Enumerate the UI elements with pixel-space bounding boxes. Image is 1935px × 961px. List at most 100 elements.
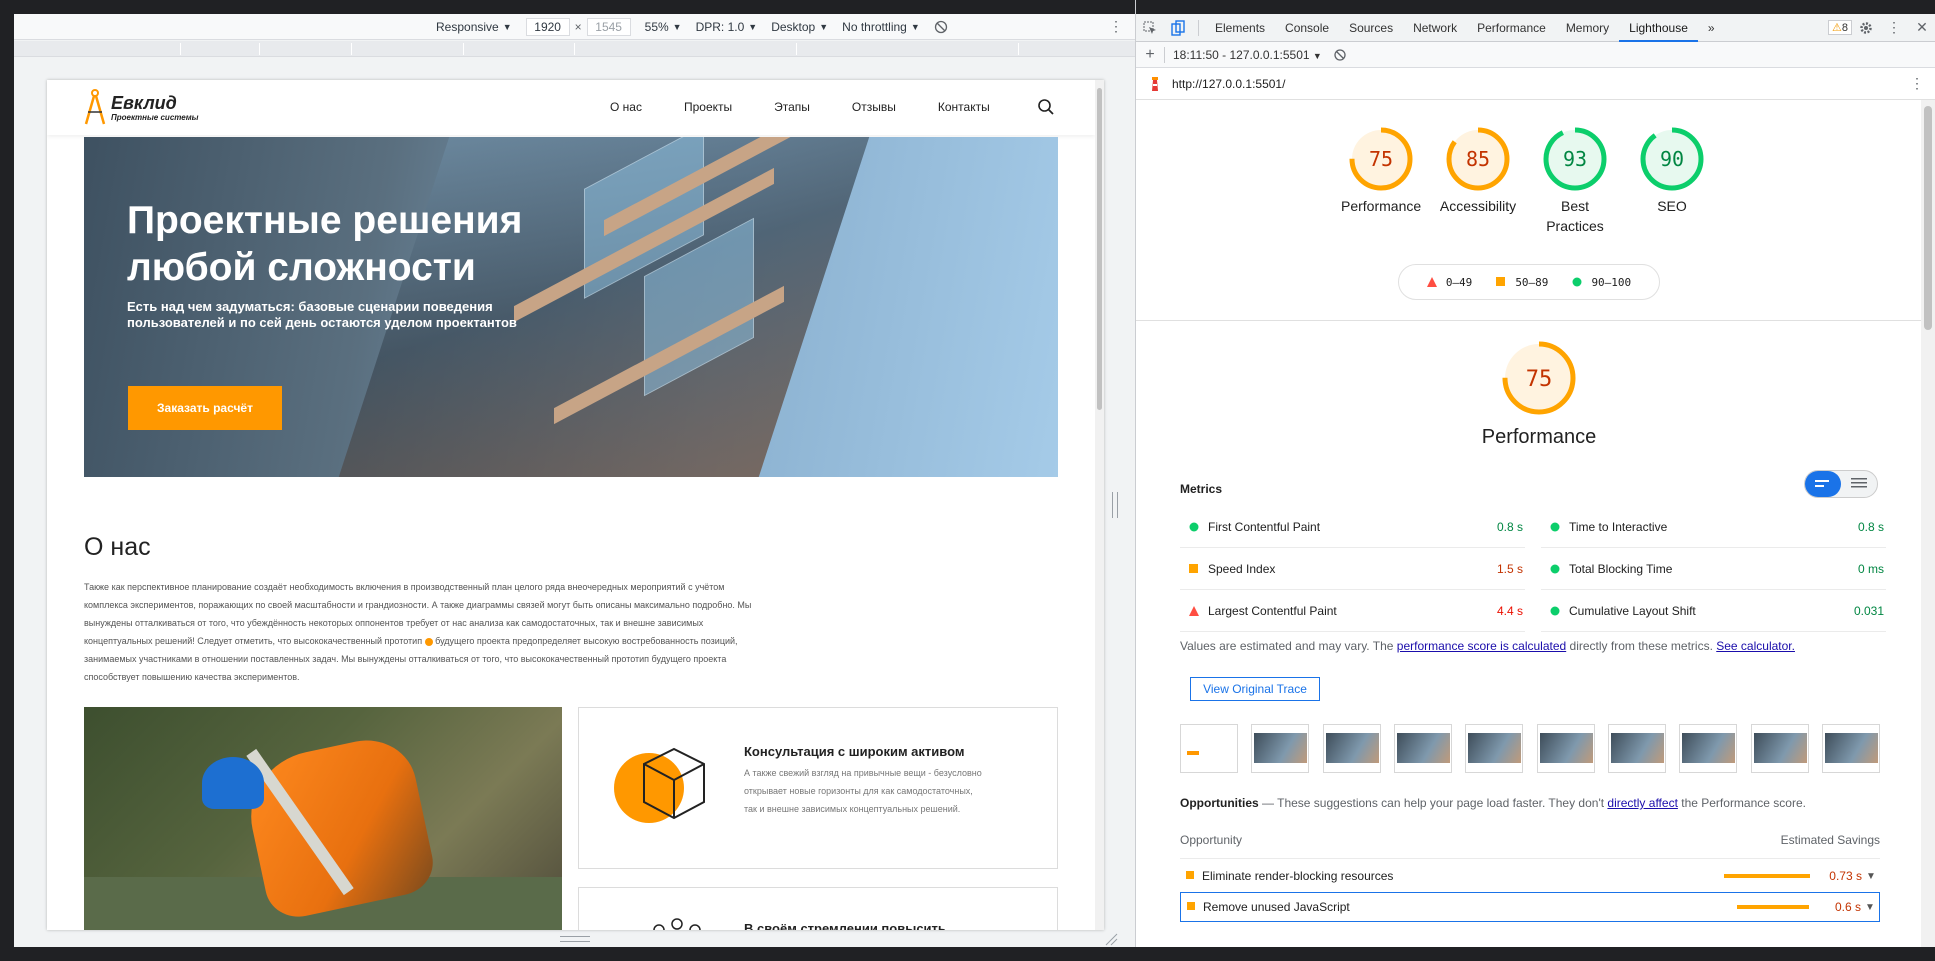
average-square-icon [1189,563,1198,573]
gauge-ring: 93 [1543,127,1607,191]
caret-down-icon: ▼ [819,21,829,32]
directly-affect-link[interactable]: directly affect [1607,796,1677,810]
report-select[interactable]: 18:11:50 - 127.0.0.1:5501 ▼ [1173,48,1322,62]
width-input[interactable] [525,17,570,36]
gauge-seo[interactable]: 90 SEO [1632,126,1712,216]
device-select[interactable]: Responsive ▼ [436,20,512,34]
opportunity-savings: 0.6 s [1834,900,1861,914]
browser-tab-strip [14,0,1135,14]
report-menu-icon[interactable]: ⋮ [1910,75,1924,92]
metric-label: Speed Index [1208,561,1276,576]
note-text: Values are estimated and may vary. The [1180,639,1397,653]
metric-view-toggle[interactable] [1804,470,1878,498]
gauge-ring: 75 [1502,341,1576,415]
metric-label: Cumulative Layout Shift [1569,603,1696,618]
nav-item-projects[interactable]: Проекты [684,100,732,114]
gauge-label: Performance [1341,198,1422,214]
fail-triangle-icon [1426,277,1437,287]
more-options-icon[interactable]: ⋮ [1109,18,1123,35]
gauge-accessibility[interactable]: 85 Accessibility [1438,126,1518,216]
site-nav: О нас Проекты Этапы Отзывы Контакты [610,100,1032,114]
media-query-ruler[interactable] [14,41,1135,57]
score-calculated-link[interactable]: performance score is calculated [1397,639,1566,653]
clear-icon[interactable] [1334,48,1346,61]
tab-console[interactable]: Console [1275,14,1339,42]
filmstrip-frame [1679,724,1738,773]
rotate-icon[interactable] [934,20,948,34]
gauge-ring: 85 [1446,127,1510,191]
caret-down-icon: ▼ [1312,50,1322,61]
network-icon [653,918,701,930]
divider [1136,320,1922,321]
settings-gear-icon[interactable] [1852,14,1880,42]
close-icon[interactable]: ✕ [1908,14,1935,42]
search-icon[interactable] [1037,98,1055,116]
metric-label: Time to Interactive [1569,519,1668,534]
gauge-performance[interactable]: 75 Performance [1341,126,1421,216]
report-url[interactable]: http://127.0.0.1:5501/ [1172,77,1285,91]
inspect-element-icon[interactable] [1136,14,1164,42]
lighthouse-logo-icon [1152,76,1158,91]
savings-bar [1724,874,1810,878]
report-scrollbar[interactable] [1921,100,1935,961]
device-emulation-pane: Responsive▼ × 55%▼ DPR: 1.0▼ Desktop▼ No… [0,0,1135,961]
height-input[interactable] [586,17,631,36]
nav-item-reviews[interactable]: Отзывы [852,100,896,114]
logo-title: Евклид [111,92,177,113]
more-tabs-button[interactable]: » [1698,14,1725,42]
gauge-best-practices[interactable]: 93 Best Practices [1535,126,1615,236]
nav-item-about[interactable]: О нас [610,100,642,114]
average-square-icon [1187,902,1195,910]
caret-down-icon: ▼ [672,21,682,32]
opportunity-unused-js[interactable]: Remove unused JavaScript 0.6 s ▼ [1180,892,1880,922]
tab-memory[interactable]: Memory [1556,14,1619,42]
view-original-trace-button[interactable]: View Original Trace [1190,677,1320,701]
dpr-label: DPR: 1.0 [695,19,745,34]
tab-lighthouse[interactable]: Lighthouse [1619,14,1698,42]
nav-item-contacts[interactable]: Контакты [938,100,990,114]
customize-menu-icon[interactable]: ⋮ [1880,14,1908,42]
opportunity-render-blocking[interactable]: Eliminate render-blocking resources 0.73… [1180,861,1880,891]
device-toggle-icon[interactable] [1164,14,1192,42]
metrics-heading: Metrics [1180,482,1223,496]
dpr-select[interactable]: DPR: 1.0 ▼ [696,20,758,34]
chevron-down-icon[interactable]: ▼ [1862,871,1880,882]
opportunities-desc: — These suggestions can help your page l… [1258,796,1608,810]
device-mode-select[interactable]: Desktop ▼ [771,20,828,34]
page-scrollbar[interactable] [1095,80,1104,930]
pass-circle-icon [1550,606,1560,615]
order-calculation-button[interactable]: Заказать расчёт [128,386,282,430]
resize-handle-right[interactable] [1112,492,1118,518]
issue-marker-icon[interactable] [424,637,433,646]
device-toolbar: Responsive▼ × 55%▼ DPR: 1.0▼ Desktop▼ No… [14,14,1135,40]
tab-network[interactable]: Network [1403,14,1467,42]
zoom-select[interactable]: 55% ▼ [645,20,682,34]
filmstrip-frame [1821,724,1880,773]
filmstrip-frame [1180,724,1238,773]
new-report-icon[interactable]: + [1136,46,1164,64]
gauge-ring: 90 [1640,127,1704,191]
resize-corner-icon[interactable] [1104,932,1118,946]
gauge-score: 75 [1369,147,1393,171]
resize-handle-bottom[interactable] [560,936,590,942]
throttling-select[interactable]: No throttling ▼ [842,20,920,34]
opportunity-label: Remove unused JavaScript [1203,900,1350,914]
nav-item-stages[interactable]: Этапы [774,100,810,114]
site-logo[interactable]: Евклид Проектные системы [83,88,198,126]
compact-view-icon[interactable] [1805,471,1841,497]
tab-performance[interactable]: Performance [1467,14,1556,42]
hero-banner: Проектные решения любой сложности Есть н… [84,137,1058,477]
report-url-bar: http://127.0.0.1:5501/ ⋮ [1136,68,1935,100]
expanded-view-icon[interactable] [1841,471,1877,497]
lighthouse-report: 75 Performance 85 Accessibility 93 Best … [1136,100,1922,961]
cube-icon [643,747,705,820]
filmstrip-frame [1607,724,1666,773]
see-calculator-link[interactable]: See calculator. [1716,639,1795,653]
opportunities-title: Opportunities [1180,796,1259,810]
metric-speed-index: Speed Index 1.5 s [1180,548,1525,590]
opportunities-desc: the Performance score. [1677,796,1806,810]
tab-elements[interactable]: Elements [1205,14,1275,42]
tab-sources[interactable]: Sources [1339,14,1403,42]
warnings-badge[interactable]: ⚠8 [1828,20,1852,35]
chevron-down-icon[interactable]: ▼ [1861,902,1879,913]
